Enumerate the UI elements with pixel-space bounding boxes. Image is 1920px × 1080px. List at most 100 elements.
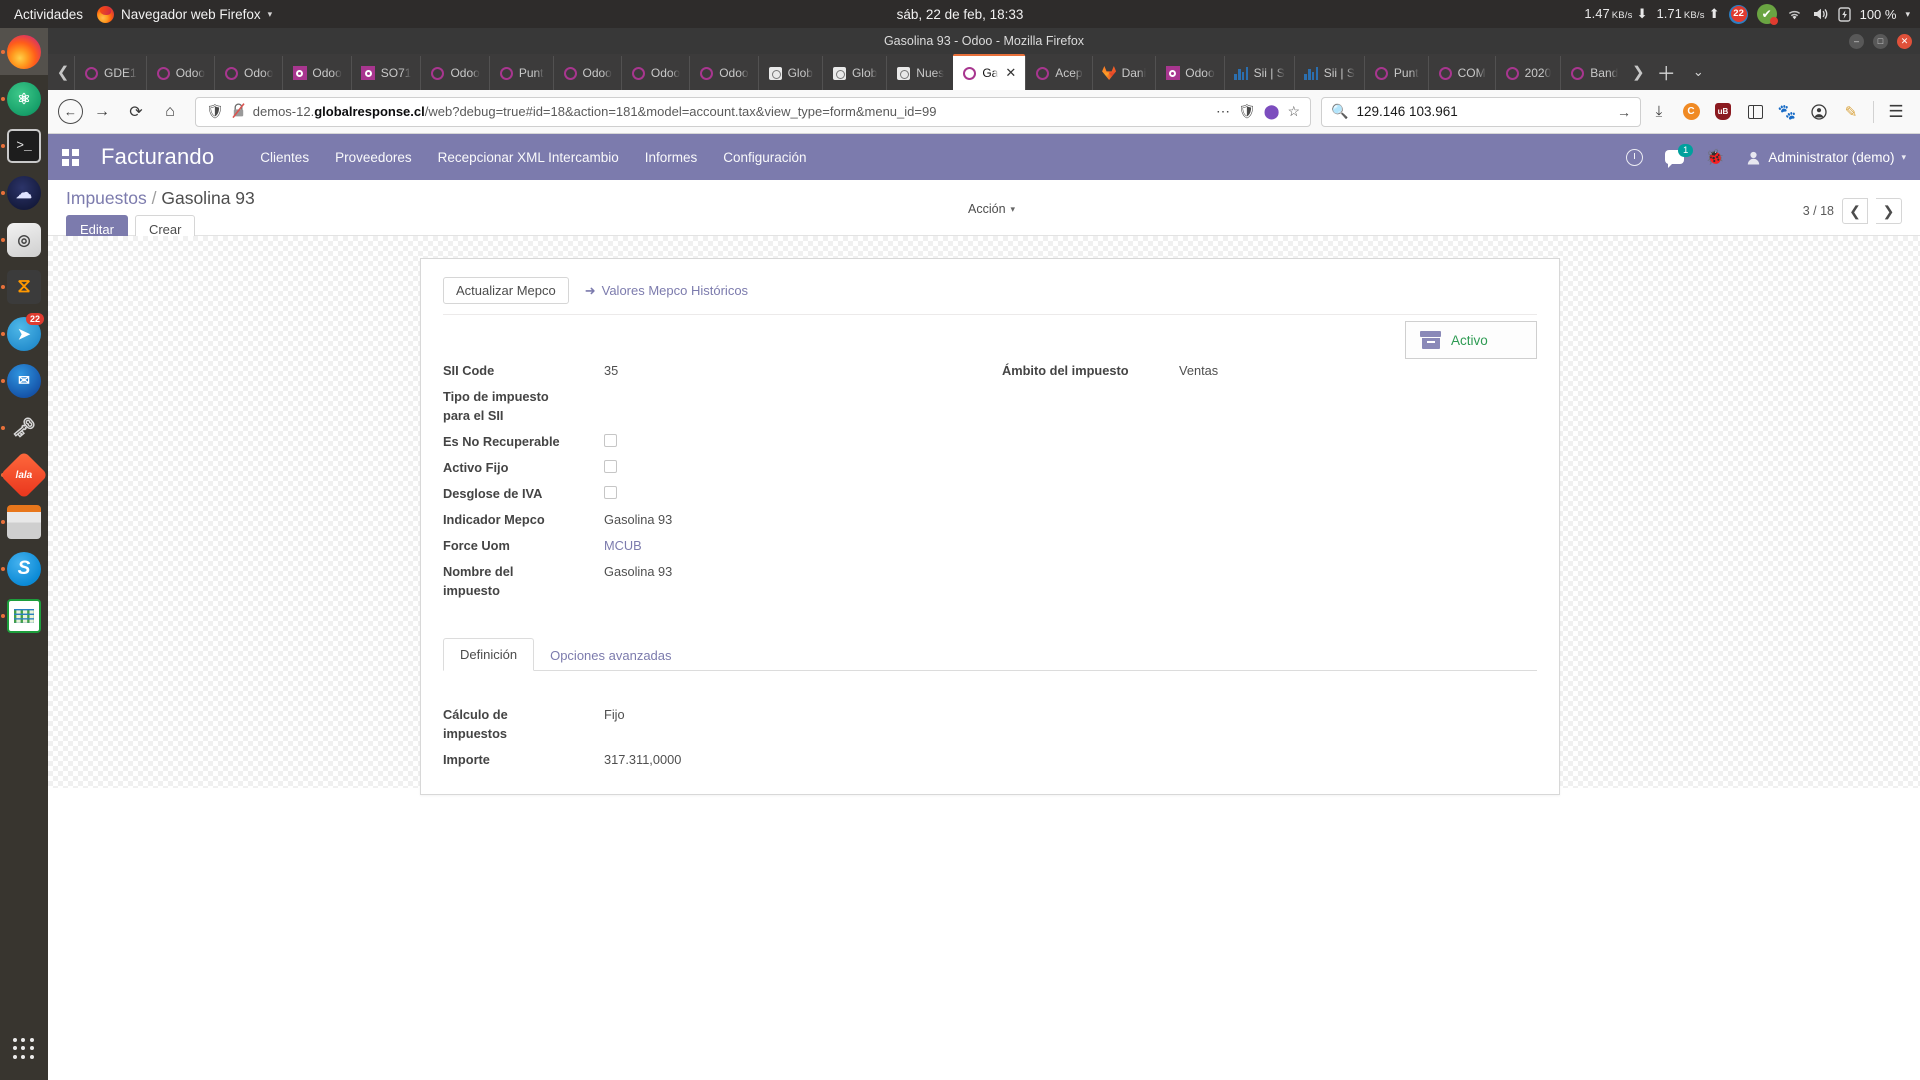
field-value[interactable]: 317.311,0000 bbox=[573, 750, 1537, 769]
dock-item-telegram[interactable]: ➤ 22 bbox=[0, 310, 48, 357]
field-value[interactable]: Gasolina 93 bbox=[573, 510, 990, 529]
dock-item-disk-utility[interactable]: ◎ bbox=[0, 216, 48, 263]
show-applications-button[interactable] bbox=[0, 1038, 48, 1060]
dock-item-skype[interactable]: S bbox=[0, 545, 48, 592]
archive-status-button[interactable]: Activo bbox=[1405, 321, 1537, 359]
dock-item-thunderbird[interactable]: ✉ bbox=[0, 357, 48, 404]
dock-item-terminal[interactable]: >_ bbox=[0, 122, 48, 169]
browser-tab[interactable]: Acep bbox=[1025, 56, 1091, 90]
url-bar[interactable]: 🛡 demos-12.globalresponse.cl/web?debug=t… bbox=[195, 96, 1311, 127]
minimize-button[interactable]: – bbox=[1849, 33, 1864, 49]
bookmark-star-icon[interactable]: ☆ bbox=[1287, 103, 1300, 120]
menu-item-proveedores[interactable]: Proveedores bbox=[335, 150, 412, 165]
menu-item-recepcionar-xml-intercambio[interactable]: Recepcionar XML Intercambio bbox=[438, 150, 619, 165]
browser-tab[interactable]: COM bbox=[1427, 56, 1495, 90]
page-actions-icon[interactable]: ⋯ bbox=[1216, 103, 1230, 120]
user-menu[interactable]: Administrator (demo) ▾ bbox=[1746, 150, 1906, 165]
checkbox-activo-fijo[interactable] bbox=[604, 459, 617, 473]
browser-tab[interactable]: Dani bbox=[1091, 56, 1156, 90]
pocket-icon[interactable]: ⬤ bbox=[1264, 103, 1280, 120]
tab-definicion[interactable]: Definición bbox=[443, 637, 535, 671]
pager-next-button[interactable]: ❯ bbox=[1876, 198, 1902, 224]
valores-mepco-historicos-link[interactable]: ➜ Valores Mepco Históricos bbox=[585, 283, 748, 299]
debug-bug-icon[interactable]: 🐞 bbox=[1706, 148, 1725, 166]
dock-item-lala-app[interactable]: lala bbox=[0, 450, 49, 499]
app-brand-name[interactable]: Facturando bbox=[101, 144, 214, 170]
menu-item-informes[interactable]: Informes bbox=[645, 150, 698, 165]
volume-icon[interactable] bbox=[1812, 7, 1829, 21]
checkbox-es-no-recuperable[interactable] bbox=[604, 433, 617, 447]
menu-item-configuracion[interactable]: Configuración bbox=[723, 150, 806, 165]
scroll-tabs-left-icon[interactable]: ❮ bbox=[52, 54, 74, 90]
dock-item-cloud-app[interactable]: ☁ bbox=[0, 169, 48, 216]
browser-tab[interactable]: Band bbox=[1560, 56, 1627, 90]
hamburger-menu-icon[interactable]: ☰ bbox=[1882, 98, 1910, 126]
browser-tab[interactable]: Sii | S bbox=[1223, 56, 1294, 90]
browser-tab[interactable]: Odoo bbox=[1155, 56, 1223, 90]
messages-button[interactable]: 1 bbox=[1664, 144, 1693, 168]
search-bar[interactable]: 🔍 129.146 103.961 → bbox=[1321, 96, 1641, 127]
browser-tab[interactable]: Glob bbox=[821, 56, 886, 90]
browser-tab[interactable]: Odoo bbox=[689, 56, 757, 90]
new-tab-button[interactable]: ＋ bbox=[1649, 54, 1683, 90]
devtools-icon[interactable]: 🐾 bbox=[1773, 98, 1801, 126]
browser-tab[interactable]: GDE1 bbox=[74, 56, 146, 90]
checkbox-desglose-de-iva[interactable] bbox=[604, 485, 617, 499]
browser-tab[interactable]: Odoo bbox=[145, 56, 214, 90]
tray-notification-icon[interactable]: 22 bbox=[1728, 4, 1748, 24]
account-icon[interactable] bbox=[1805, 98, 1833, 126]
field-value-link[interactable]: MCUB bbox=[573, 536, 990, 555]
clock[interactable]: sáb, 22 de feb, 18:33 bbox=[897, 7, 1024, 22]
close-button[interactable]: ✕ bbox=[1897, 33, 1912, 49]
tracking-protection-icon[interactable]: 🛡 bbox=[206, 103, 224, 120]
dock-item-keepass[interactable]: 🗝 bbox=[0, 404, 48, 451]
field-value[interactable]: 35 bbox=[573, 361, 990, 380]
browser-tab[interactable]: Odoo bbox=[552, 56, 621, 90]
tray-sync-status-icon[interactable]: ✔ bbox=[1756, 4, 1778, 25]
scroll-tabs-right-icon[interactable]: ❯ bbox=[1627, 54, 1649, 90]
dock-item-sublime-text[interactable]: ⧖ bbox=[0, 263, 48, 310]
browser-tab[interactable]: Punt bbox=[488, 56, 553, 90]
app-menu-firefox[interactable]: Navegador web Firefox ▾ bbox=[97, 5, 272, 23]
insecure-connection-icon[interactable] bbox=[232, 102, 245, 121]
pencil-icon[interactable]: ✎ bbox=[1837, 98, 1865, 126]
action-dropdown[interactable]: Acción ▾ bbox=[968, 202, 1015, 216]
browser-tab[interactable]: Odoo bbox=[620, 56, 689, 90]
forward-button[interactable]: → bbox=[87, 97, 117, 127]
browser-tab[interactable]: Odoo bbox=[282, 56, 350, 90]
list-all-tabs-icon[interactable]: ⌄ bbox=[1683, 54, 1713, 90]
breadcrumb-root[interactable]: Impuestos bbox=[66, 188, 147, 208]
browser-tab[interactable]: 2020 bbox=[1494, 56, 1561, 90]
maximize-button[interactable]: □ bbox=[1873, 33, 1888, 49]
browser-tab[interactable]: Sii | S bbox=[1293, 56, 1364, 90]
reload-button[interactable]: ⟳ bbox=[121, 97, 151, 127]
system-menu-chevron-icon[interactable]: ▾ bbox=[1905, 9, 1910, 20]
field-value[interactable]: Fijo bbox=[573, 705, 1537, 724]
tab-opciones-avanzadas[interactable]: Opciones avanzadas bbox=[534, 640, 687, 671]
activities-button[interactable]: Actividades bbox=[14, 7, 83, 22]
dock-item-firefox[interactable] bbox=[0, 28, 48, 75]
browser-tab[interactable]: Glob bbox=[757, 56, 822, 90]
battery-charging-icon[interactable] bbox=[1837, 6, 1851, 22]
sidebar-icon[interactable] bbox=[1741, 98, 1769, 126]
download-icon[interactable]: ⤓ bbox=[1645, 98, 1673, 126]
actualizar-mepco-button[interactable]: Actualizar Mepco bbox=[443, 277, 569, 304]
browser-tab[interactable]: Odoo bbox=[214, 56, 282, 90]
field-value[interactable]: Gasolina 93 bbox=[573, 562, 990, 581]
close-tab-icon[interactable]: ✕ bbox=[1005, 65, 1016, 81]
containers-icon[interactable]: C bbox=[1677, 98, 1705, 126]
wifi-icon[interactable] bbox=[1786, 7, 1803, 21]
back-button[interactable]: ← bbox=[58, 99, 83, 124]
browser-tab[interactable]: SO71 bbox=[350, 56, 421, 90]
home-button[interactable]: ⌂ bbox=[155, 97, 185, 127]
browser-tab-active[interactable]: Ga ✕ bbox=[953, 54, 1026, 90]
apps-menu-icon[interactable] bbox=[62, 148, 79, 166]
field-value[interactable]: Ventas bbox=[1152, 361, 1537, 380]
browser-tab[interactable]: Odoo bbox=[420, 56, 488, 90]
dock-item-files[interactable] bbox=[0, 498, 48, 545]
reader-mode-icon[interactable]: 🛡 bbox=[1238, 103, 1256, 120]
search-input-value[interactable]: 129.146 103.961 bbox=[1356, 104, 1609, 119]
pager-previous-button[interactable]: ❮ bbox=[1842, 198, 1868, 224]
dock-item-calc[interactable] bbox=[0, 592, 48, 639]
ublock-icon[interactable]: uB bbox=[1709, 98, 1737, 126]
